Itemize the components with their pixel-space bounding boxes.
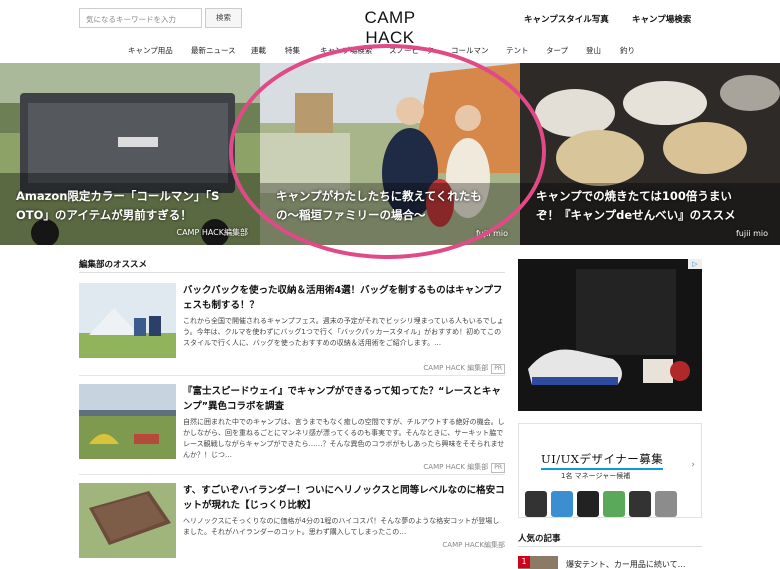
- recruit-phone-icons: [525, 491, 677, 517]
- article-meta: CAMP HACK編集部: [442, 541, 505, 549]
- article-description: 自然に囲まれた中でのキャンプは、言うまでもなく癒しの空間ですが、チルアウトする絶…: [183, 418, 505, 459]
- article-thumbnail: [79, 283, 176, 358]
- section-title-popular: 人気の記事: [518, 534, 561, 544]
- article-divider: [79, 375, 505, 376]
- recruit-subtitle: 1名 マネージャー候補: [561, 472, 631, 480]
- article-title[interactable]: す、すごいぞハイランダー！ついにヘリノックスと同等レベルなのに格安コットが現れた…: [183, 483, 505, 513]
- nav-item-fishing[interactable]: 釣り: [620, 45, 635, 56]
- hero-title: キャンプでの焼きたては100倍うまい ぞ！『キャンプdeせんべい』のススメ: [536, 189, 736, 222]
- article-item-highlander-cot[interactable]: す、すごいぞハイランダー！ついにヘリノックスと同等レベルなのに格安コットが現れた…: [79, 483, 505, 563]
- pr-badge: PR: [491, 364, 505, 374]
- site-header: 気になるキーワードを入力 検索 CAMP HACK キャンプスタイル写真 キャン…: [0, 0, 780, 47]
- rank-badge: 1: [518, 556, 530, 568]
- section-divider: [79, 272, 505, 273]
- search-button[interactable]: 検索: [205, 8, 242, 28]
- ad-choices-icon[interactable]: ▷: [688, 259, 702, 269]
- recruit-title: UI/UXデザイナー募集: [541, 451, 664, 470]
- camp-style-photo-link[interactable]: キャンプスタイル写真: [524, 13, 609, 25]
- article-divider: [79, 474, 505, 475]
- hero-card-senbei[interactable]: キャンプでの焼きたては100倍うまい ぞ！『キャンプdeせんべい』のススメ fuj…: [520, 63, 780, 245]
- hero-title: Amazon限定カラー「コールマン」「S OTO」のアイテムが男前すぎる！: [16, 189, 220, 222]
- nav-item-gear[interactable]: キャンプ用品: [128, 45, 173, 56]
- article-item-backpack[interactable]: バックパックを使った収納＆活用術4選！バッグを制するものはキャンプフェスも制する…: [79, 283, 505, 378]
- hero-card-coleman[interactable]: Amazon限定カラー「コールマン」「S OTO」のアイテムが男前すぎる！ CAM…: [0, 63, 260, 245]
- article-description: これから全国で開催されるキャンプフェス。週末の予定がそれでビッシリ埋まっている人…: [183, 317, 504, 347]
- article-thumbnail: [79, 384, 176, 459]
- hero-author: fujii mio: [735, 229, 768, 238]
- nav-item-series[interactable]: 連載: [251, 45, 266, 56]
- article-title[interactable]: バックパックを使った収納＆活用術4選！バッグを制するものはキャンプフェスも制する…: [183, 283, 505, 313]
- campsite-search-link[interactable]: キャンプ場検索: [632, 13, 691, 25]
- article-thumbnail: [79, 483, 176, 558]
- ad-image-sneaker: [518, 259, 702, 411]
- nav-item-news[interactable]: 最新ニュース: [191, 45, 236, 56]
- hero-author: CAMP HACK編集部: [176, 228, 248, 237]
- highlight-ring-annotation: [229, 44, 546, 259]
- article-item-fuji-speedway[interactable]: 『富士スピードウェイ』でキャンプができるって知ってた？“レースとキャンプ”異色コ…: [79, 384, 505, 474]
- chevron-right-icon: ›: [691, 460, 695, 470]
- popular-article-title[interactable]: 爆安テント、カー用品に続いて…: [566, 559, 686, 569]
- ad-banner-recruit[interactable]: UI/UXデザイナー募集 1名 マネージャー候補 ›: [518, 423, 702, 518]
- article-title[interactable]: 『富士スピードウェイ』でキャンプができるって知ってた？“レースとキャンプ”異色コ…: [183, 384, 505, 414]
- ad-banner-sneaker[interactable]: ▷: [518, 259, 702, 411]
- section-divider: [518, 546, 702, 547]
- pr-badge: PR: [491, 463, 505, 473]
- nav-item-climbing[interactable]: 登山: [586, 45, 601, 56]
- nav-item-tent[interactable]: テント: [506, 45, 529, 56]
- article-description: ヘリノックスにそっくりなのに価格が4分の1程のハイコスパ！そんな夢のような格安コ…: [183, 517, 500, 536]
- nav-item-tarp[interactable]: タープ: [546, 45, 568, 56]
- search-input[interactable]: 気になるキーワードを入力: [79, 8, 202, 28]
- nav-item-feature[interactable]: 特集: [285, 45, 300, 56]
- article-meta: CAMP HACK 編集部 PR: [423, 363, 505, 374]
- section-title-recommend: 編集部のオススメ: [79, 260, 148, 270]
- article-meta: CAMP HACK 編集部 PR: [423, 462, 505, 473]
